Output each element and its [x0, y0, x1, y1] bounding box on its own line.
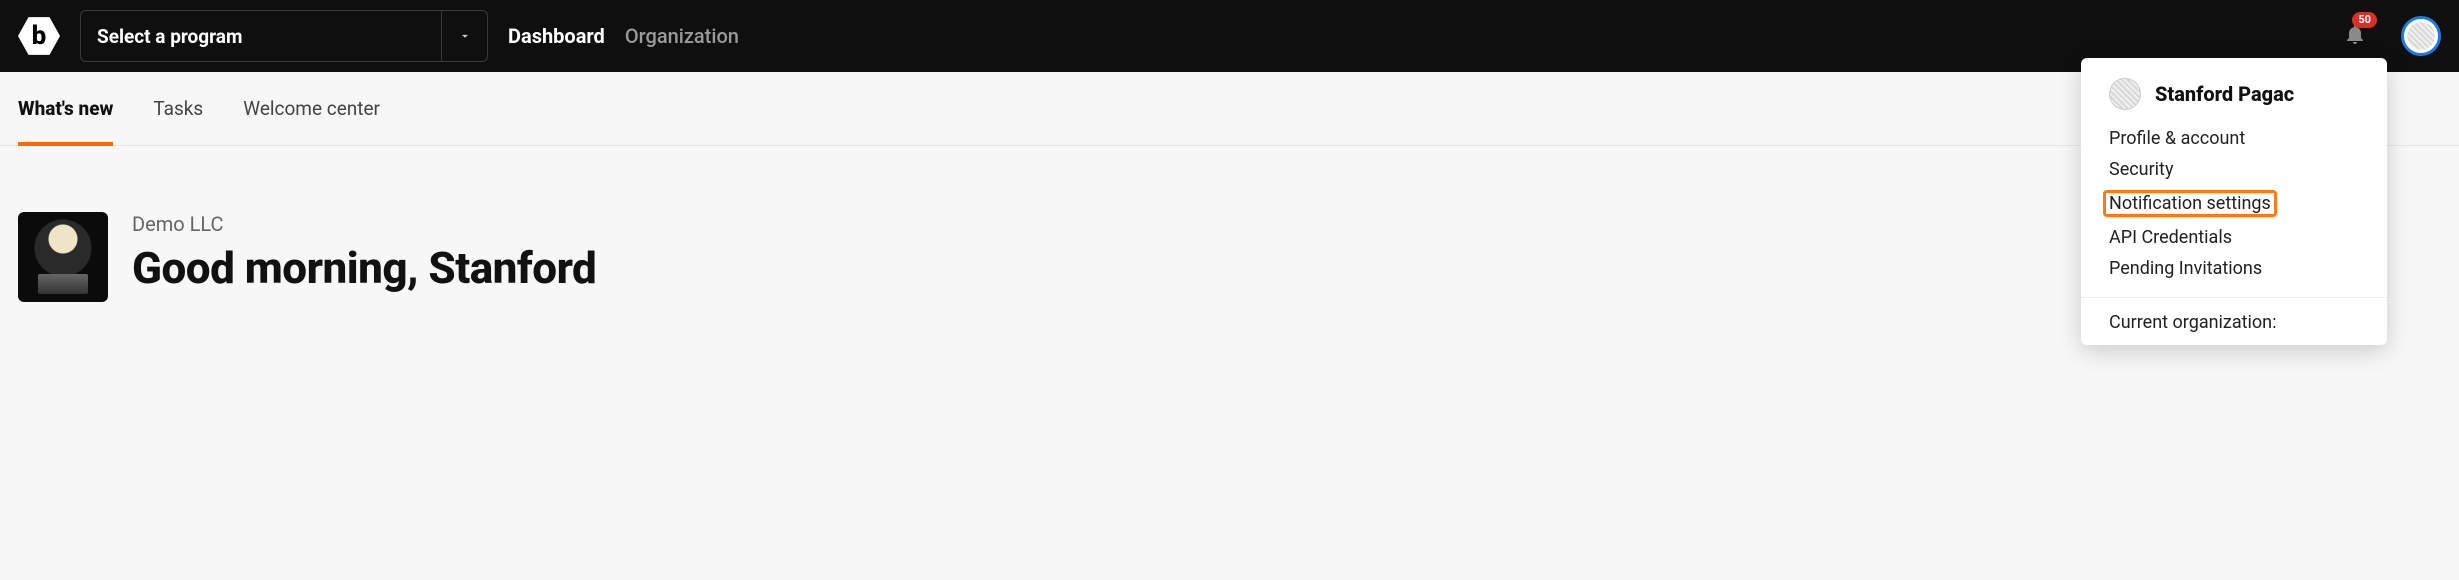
menu-item-profile[interactable]: Profile & account	[2109, 128, 2245, 149]
chevron-down-icon	[441, 11, 487, 61]
tab-tasks[interactable]: Tasks	[153, 72, 203, 145]
nav-organization[interactable]: Organization	[625, 24, 739, 48]
menu-item-pending-invitations[interactable]: Pending Invitations	[2109, 258, 2262, 279]
user-menu-list: Profile & account Security Notification …	[2081, 124, 2387, 297]
user-menu-header: Stanford Pagac	[2081, 78, 2387, 124]
current-org-label: Current organization:	[2081, 298, 2387, 333]
bell-icon	[2343, 31, 2367, 50]
nav-dashboard[interactable]: Dashboard	[508, 24, 605, 48]
menu-item-security[interactable]: Security	[2109, 159, 2173, 180]
topbar: b Select a program Dashboard Organizatio…	[0, 0, 2459, 72]
org-avatar	[18, 212, 108, 302]
program-selector-label: Select a program	[97, 25, 441, 48]
notification-badge: 50	[2352, 12, 2377, 28]
tab-whats-new[interactable]: What's new	[18, 72, 113, 145]
program-selector[interactable]: Select a program	[80, 10, 488, 62]
greeting-block: Demo LLC Good morning, Stanford	[132, 212, 596, 294]
notifications-button[interactable]: 50	[2343, 22, 2367, 50]
avatar-image	[2407, 22, 2435, 50]
logo[interactable]: b	[18, 15, 60, 57]
user-menu-avatar	[2109, 78, 2141, 110]
user-avatar-button[interactable]	[2401, 16, 2441, 56]
menu-item-notification-settings[interactable]: Notification settings	[2103, 190, 2277, 217]
menu-item-api-credentials[interactable]: API Credentials	[2109, 227, 2232, 248]
logo-letter: b	[32, 21, 47, 51]
user-menu-name: Stanford Pagac	[2155, 82, 2294, 106]
greeting-text: Good morning, Stanford	[132, 242, 596, 294]
user-menu: Stanford Pagac Profile & account Securit…	[2081, 58, 2387, 345]
org-name: Demo LLC	[132, 212, 596, 236]
tab-welcome-center[interactable]: Welcome center	[243, 72, 380, 145]
